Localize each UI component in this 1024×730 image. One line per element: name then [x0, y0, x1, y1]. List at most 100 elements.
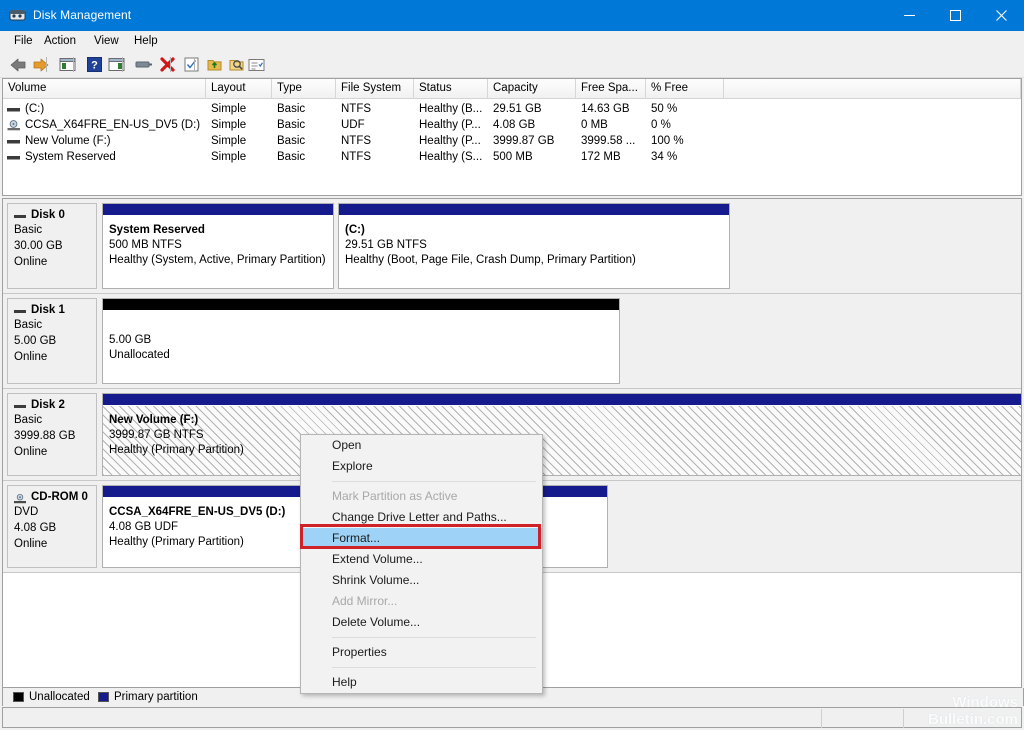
table-row[interactable]: (C:) Simple Basic NTFS Healthy (B... 29.… — [3, 101, 1021, 117]
disk-size: 4.08 GB — [14, 522, 57, 534]
partition-area-disk-0: System Reserved 500 MB NTFS Healthy (Sys… — [102, 203, 1021, 289]
context-menu-item-open[interactable]: Open — [301, 435, 542, 456]
partition-unallocated[interactable]: 5.00 GB Unallocated — [102, 298, 620, 384]
context-menu-item-properties[interactable]: Properties — [301, 642, 542, 663]
legend-label-unallocated: Unallocated — [29, 691, 90, 703]
disk-state: Online — [14, 351, 48, 363]
context-menu-separator — [332, 667, 536, 668]
minimize-icon[interactable] — [886, 0, 932, 31]
context-menu-item-format[interactable]: Format... — [301, 528, 542, 549]
context-menu-item-shrink-volume[interactable]: Shrink Volume... — [301, 570, 542, 591]
create-volume-icon[interactable] — [204, 55, 224, 74]
table-row[interactable]: CCSA_X64FRE_EN-US_DV5 (D:) Simple Basic … — [3, 117, 1021, 133]
cell-free-space: 3999.58 ... — [581, 135, 636, 147]
cell-percent-free: 50 % — [651, 103, 678, 115]
forward-icon[interactable] — [30, 55, 50, 74]
partition-size: 500 MB NTFS — [109, 239, 182, 251]
cell-layout: Simple — [211, 103, 247, 115]
partition-title: (C:) — [345, 224, 365, 236]
delete-icon[interactable] — [157, 55, 177, 74]
disk-type: Basic — [14, 224, 43, 236]
properties-icon[interactable] — [181, 55, 201, 74]
column-header-filler — [724, 79, 1021, 98]
disk-info-disk-1[interactable]: Disk 1 Basic 5.00 GB Online — [7, 298, 97, 384]
menu-item-view[interactable]: View — [88, 34, 125, 48]
disk-info-disk-0[interactable]: Disk 0 Basic 30.00 GB Online — [7, 203, 97, 289]
table-row[interactable]: System Reserved Simple Basic NTFS Health… — [3, 149, 1021, 165]
cell-file-system: NTFS — [341, 151, 372, 163]
cell-layout: Simple — [211, 151, 247, 163]
column-header-percent-free[interactable]: % Free — [646, 79, 724, 98]
context-menu-item-delete-volume[interactable]: Delete Volume... — [301, 612, 542, 633]
partition-color-bar — [103, 394, 1021, 406]
partition-area-disk-1: 5.00 GB Unallocated — [102, 298, 1021, 384]
context-menu-item-change-drive-letter-and-paths[interactable]: Change Drive Letter and Paths... — [301, 507, 542, 528]
table-row[interactable]: New Volume (F:) Simple Basic NTFS Health… — [3, 133, 1021, 149]
partition-new-volume-f[interactable]: New Volume (F:) 3999.87 GB NTFS Healthy … — [102, 393, 1021, 476]
list-view-icon[interactable] — [246, 55, 266, 74]
legend-swatch-primary-partition — [98, 692, 109, 702]
column-header-layout[interactable]: Layout — [206, 79, 272, 98]
disk-type: DVD — [14, 506, 39, 518]
close-icon[interactable] — [978, 0, 1024, 31]
disk-title: Disk 2 — [14, 399, 96, 412]
cell-type: Basic — [277, 151, 306, 163]
disk-size: 30.00 GB — [14, 240, 63, 252]
rescan-disks-icon[interactable] — [133, 55, 153, 74]
cell-file-system: NTFS — [341, 135, 372, 147]
disk-state: Online — [14, 446, 48, 458]
partition-status: Healthy (System, Active, Primary Partiti… — [109, 254, 326, 266]
context-menu-item-extend-volume[interactable]: Extend Volume... — [301, 549, 542, 570]
partition-color-bar — [339, 204, 729, 216]
back-icon[interactable] — [8, 55, 28, 74]
column-header-status[interactable]: Status — [414, 79, 488, 98]
window-title: Disk Management — [33, 8, 132, 22]
cell-capacity: 3999.87 GB — [493, 135, 555, 147]
menu-item-action[interactable]: Action — [38, 34, 82, 48]
partition-title: System Reserved — [109, 224, 205, 236]
show-hide-console-tree-icon[interactable] — [57, 55, 77, 74]
column-header-type[interactable]: Type — [272, 79, 336, 98]
help-icon[interactable]: ? — [84, 55, 104, 74]
cell-capacity: 29.51 GB — [493, 103, 542, 115]
toolbar-separator — [122, 57, 123, 72]
hard-disk-icon — [14, 212, 27, 221]
context-menu-item-add-mirror: Add Mirror... — [332, 594, 398, 608]
disk-info-cd-rom-0[interactable]: CD-ROM 0 DVD 4.08 GB Online — [7, 485, 97, 568]
column-header-free-space[interactable]: Free Spa... — [576, 79, 646, 98]
cell-percent-free: 34 % — [651, 151, 678, 163]
cd-rom-icon — [14, 494, 27, 504]
disk-size: 3999.88 GB — [14, 430, 76, 442]
legend-swatch-unallocated — [13, 692, 24, 702]
cell-capacity: 4.08 GB — [493, 119, 536, 131]
partition-area-cd-rom-0: CCSA_X64FRE_EN-US_DV5 (D:) 4.08 GB UDF H… — [102, 485, 1021, 568]
status-bar — [2, 707, 1022, 728]
menu-item-file[interactable]: File — [8, 34, 39, 48]
search-disk-icon[interactable] — [226, 55, 246, 74]
partition-status: Healthy (Boot, Page File, Crash Dump, Pr… — [345, 254, 636, 266]
context-menu-separator — [332, 637, 536, 638]
partition-system-reserved[interactable]: System Reserved 500 MB NTFS Healthy (Sys… — [102, 203, 334, 289]
column-header-file-system[interactable]: File System — [336, 79, 414, 98]
partition-size: 3999.87 GB NTFS — [109, 429, 204, 441]
partition-color-bar — [103, 204, 333, 216]
cell-volume: New Volume (F:) — [25, 135, 111, 147]
disk-management-icon — [9, 7, 26, 23]
disk-state: Online — [14, 256, 48, 268]
menu-item-help[interactable]: Help — [128, 34, 164, 48]
show-hide-action-pane-icon[interactable] — [106, 55, 126, 74]
column-header-volume[interactable]: Volume — [3, 79, 206, 98]
maximize-icon[interactable] — [932, 0, 978, 31]
partition-c-drive[interactable]: (C:) 29.51 GB NTFS Healthy (Boot, Page F… — [338, 203, 730, 289]
volume-list-rows: (C:) Simple Basic NTFS Healthy (B... 29.… — [3, 99, 1021, 165]
status-bar-separator — [903, 709, 904, 728]
disk-info-disk-2[interactable]: Disk 2 Basic 3999.88 GB Online — [7, 393, 97, 476]
cell-layout: Simple — [211, 135, 247, 147]
context-menu-item-help[interactable]: Help — [301, 672, 542, 693]
svg-text:?: ? — [91, 60, 98, 72]
disk-type: Basic — [14, 414, 43, 426]
partition-size: 5.00 GB — [109, 334, 152, 346]
volume-list: Volume Layout Type File System Status Ca… — [2, 78, 1022, 196]
column-header-capacity[interactable]: Capacity — [488, 79, 576, 98]
context-menu-item-explore[interactable]: Explore — [301, 456, 542, 477]
